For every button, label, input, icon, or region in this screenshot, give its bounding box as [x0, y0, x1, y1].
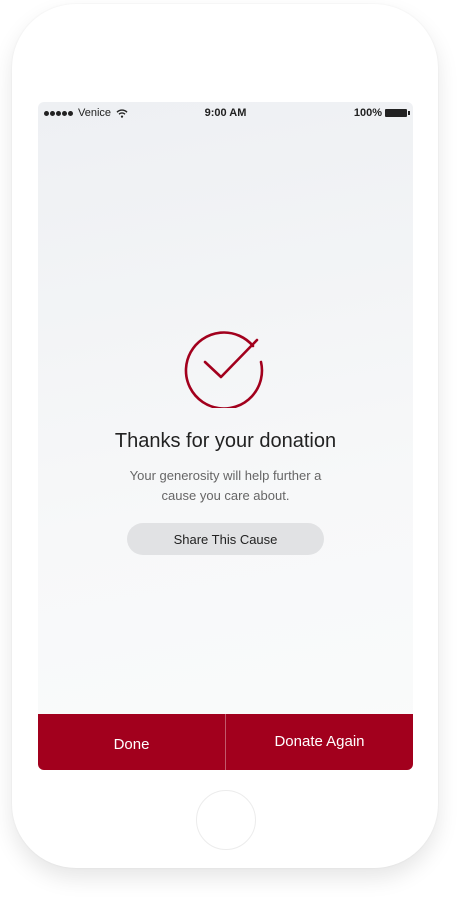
share-cause-button[interactable]: Share This Cause [127, 523, 324, 555]
donate-again-button[interactable]: Donate Again [226, 714, 413, 770]
checkmark-circle-icon [184, 331, 264, 408]
battery-icon [385, 109, 410, 117]
confirmation-message: Your generosity will help further a caus… [129, 468, 322, 503]
status-bar: Venice 9:00 AM 100% [38, 102, 413, 124]
home-button[interactable] [196, 790, 256, 850]
confirmation-title: Thanks for your donation [114, 430, 337, 452]
status-right: 100% [353, 107, 410, 119]
battery-percent: 100% [353, 107, 382, 119]
app-screen: Venice 9:00 AM 100% Thanks for your dona… [38, 102, 413, 770]
done-button[interactable]: Done [38, 714, 226, 770]
action-bar: Done Donate Again [38, 714, 413, 770]
